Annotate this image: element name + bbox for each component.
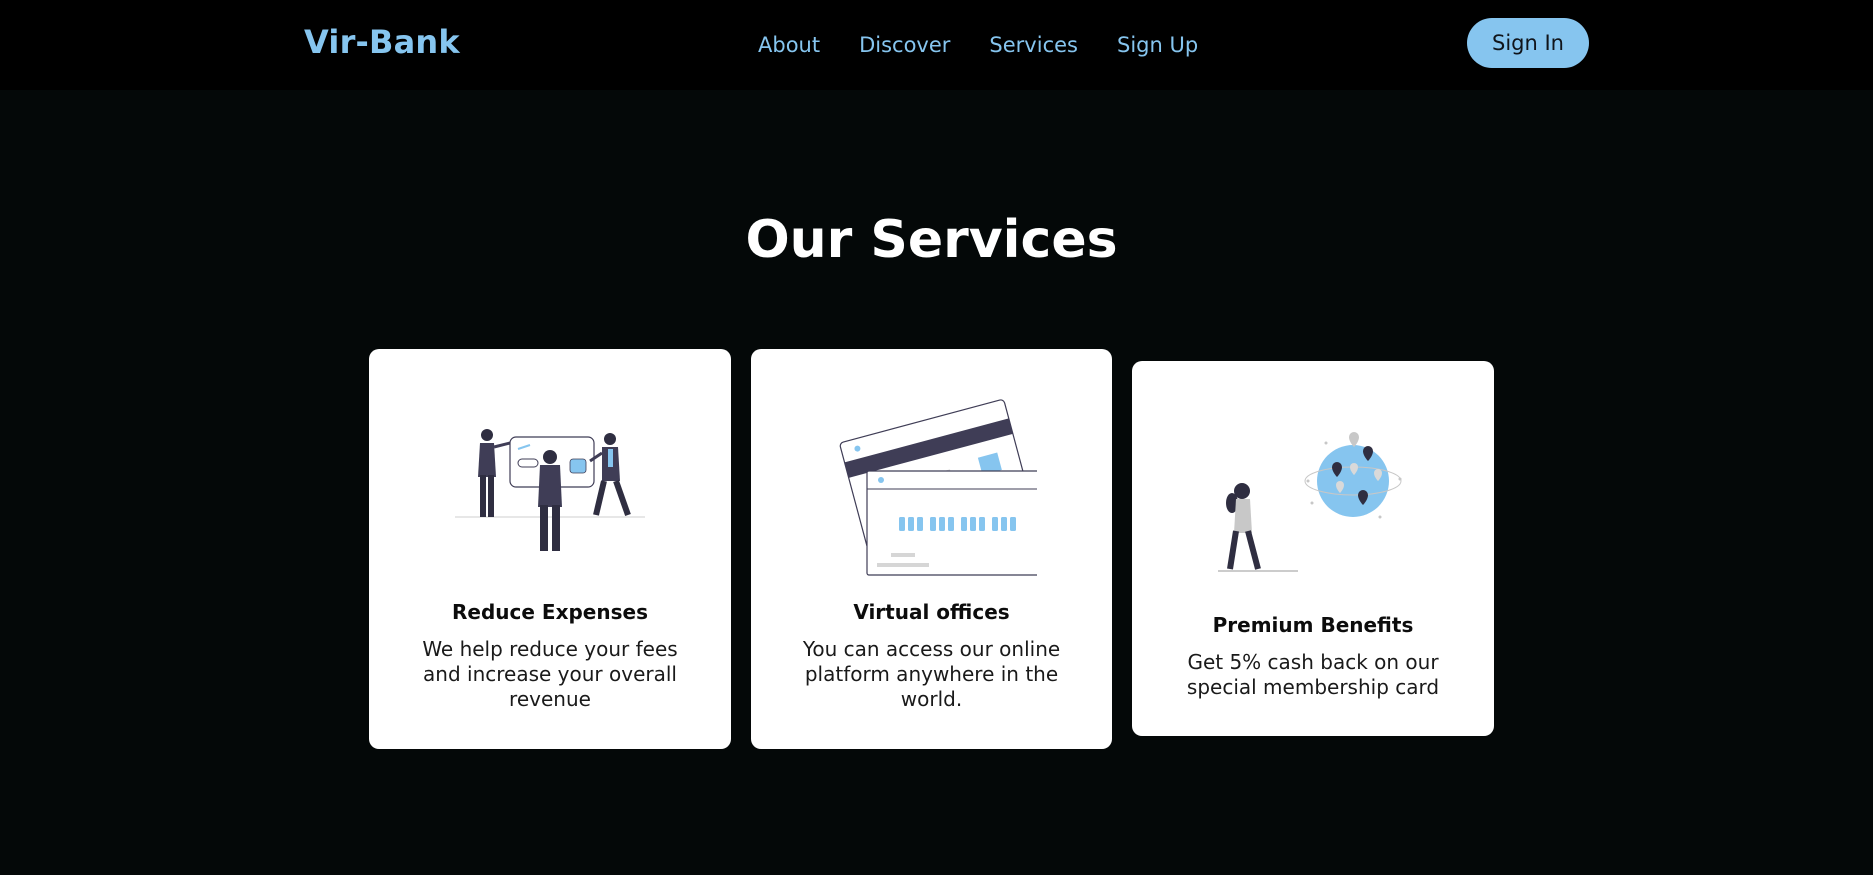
credit-cards-illustration [751, 349, 1112, 589]
card-title: Virtual offices [853, 600, 1010, 624]
card-description: Get 5% cash back on our special membersh… [1186, 650, 1440, 699]
service-card-premium-benefits: Premium Benefits Get 5% cash back on our… [1132, 361, 1494, 736]
card-title: Premium Benefits [1212, 613, 1414, 637]
service-card-reduce-expenses: Reduce Expenses We help reduce your fees… [369, 349, 731, 749]
navbar: Vir-Bank About Discover Services Sign Up… [0, 0, 1873, 90]
nav-links: About Discover Services Sign Up [758, 30, 1198, 60]
sign-in-button[interactable]: Sign In [1467, 18, 1589, 68]
service-card-virtual-offices: Virtual offices You can access our onlin… [751, 349, 1112, 749]
services-title: Our Services [745, 210, 1118, 270]
team-presentation-illustration [369, 349, 731, 589]
nav-link-services[interactable]: Services [989, 30, 1078, 60]
globe-locations-illustration [1132, 361, 1494, 601]
card-description: You can access our online platform anywh… [802, 637, 1061, 711]
nav-link-discover[interactable]: Discover [859, 30, 950, 60]
card-title: Reduce Expenses [452, 600, 648, 624]
logo[interactable]: Vir-Bank [304, 22, 460, 62]
card-description: We help reduce your fees and increase yo… [422, 637, 678, 711]
nav-link-about[interactable]: About [758, 30, 820, 60]
nav-link-sign-up[interactable]: Sign Up [1117, 30, 1198, 60]
